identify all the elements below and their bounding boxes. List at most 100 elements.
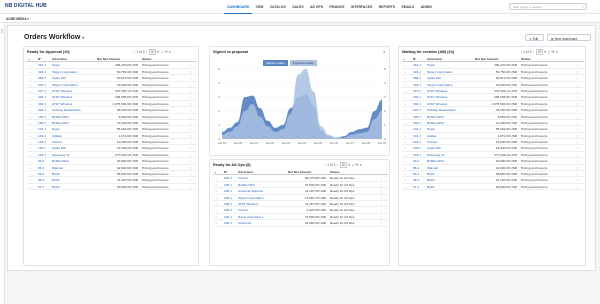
rows-per-page-select[interactable]: 20 <box>535 49 544 55</box>
net-amount: 30,000.00 USD <box>116 184 138 189</box>
y-tick-label: 4 <box>218 81 220 85</box>
next-page-icon[interactable]: › <box>337 163 338 167</box>
y-tick-label: 2 <box>218 109 220 113</box>
main-nav: DASHBOARD CRM CATALOG SALES AD OPS FINANCE INT… <box>224 0 435 14</box>
edit-button[interactable]: ✎ Edit <box>525 34 544 41</box>
pager-text: 1 of 2 <box>136 50 145 54</box>
panel-title: Waiting for creative (AB) (24) <box>402 50 454 54</box>
waiting-for-creative-panel: Waiting for creative (AB) (24) ‹ 1 of 2 ›… <box>398 46 586 266</box>
page-footer <box>7 274 596 304</box>
expand-icon[interactable]: ⤢ <box>352 163 355 167</box>
table-row[interactable]: ⌄ 57-1 Buick 30,000.00 USD Pricing and Inven… <box>402 184 584 191</box>
table-row[interactable]: ⌄ 235-1 Chevrolet 32,462.50 USD Ready for Ad… <box>213 220 388 227</box>
y-tick-label: 3 <box>384 95 386 99</box>
expand-icon[interactable]: ⤢ <box>548 50 551 54</box>
pager-controls: ‹ 1 of 2 › 20 ▾ ⤢ ⟳ ∧ <box>521 49 558 55</box>
next-page-icon[interactable]: › <box>146 50 147 54</box>
nav-reports[interactable]: REPORTS <box>376 0 399 14</box>
status-text: Pricing and Invento <box>142 184 169 189</box>
panel-title: Ready for Ad Ops (8) <box>213 163 251 167</box>
nav-catalog[interactable]: CATALOG <box>267 0 290 14</box>
y-tick-label: 3 <box>218 95 220 99</box>
orders-table: Nº Advertiser Net Net Amount Status ⌄ ⌄ 203-1 V… <box>213 169 388 227</box>
x-tick-label: Apr 20 <box>234 141 243 145</box>
status-text: Pricing and Invento <box>521 184 548 189</box>
order-number-link[interactable]: 57-1 <box>413 184 419 190</box>
y-tick-label: 1 <box>384 123 386 127</box>
nav-finance[interactable]: FINANCE <box>326 0 347 14</box>
row-menu-icon[interactable]: ⋮ <box>380 220 383 226</box>
page-title[interactable]: Orders Workflow ▾ <box>24 34 84 41</box>
orders-table: Nº Advertiser Net Net Amount Status ⌄ ⌄ 319-1 P… <box>27 56 197 191</box>
y-tick-label: 2 <box>384 109 386 113</box>
ready-for-ad-ops-panel: Ready for Ad Ops (8) ‹ 1 of 1 › 20 ▾ ⤢ ⟳ … <box>209 159 390 266</box>
account-selector[interactable]: ACME MEDIA ▾ <box>6 17 29 21</box>
new-dashboard-button[interactable]: ▤ New dashboard <box>547 34 591 41</box>
order-number-link[interactable]: 235-1 <box>224 220 232 226</box>
net-amount: 30,000.00 USD <box>495 184 517 189</box>
x-tick-label: Apr 26 <box>330 141 339 145</box>
prev-page-icon[interactable]: ‹ <box>134 50 135 54</box>
chevron-up-icon[interactable]: ∧ <box>359 163 361 167</box>
advertiser-link[interactable]: Buick <box>427 184 435 190</box>
panel-title: Ready for Approval (20) <box>27 50 70 54</box>
chevron-down-icon: ▾ <box>157 50 159 54</box>
refresh-icon[interactable]: ⟳ <box>356 163 359 167</box>
table-row[interactable]: ⌄ 57-1 Buick 30,000.00 USD Pricing and Inven… <box>27 184 197 191</box>
nav-admin[interactable]: ADMIN <box>418 0 436 14</box>
x-tick-label: Apr 21 <box>250 141 259 145</box>
expand-row-icon[interactable]: ⌄ <box>29 184 32 190</box>
account-bar: ACME MEDIA ▾ <box>0 14 600 23</box>
row-menu-icon[interactable]: ⋮ <box>189 184 192 190</box>
x-tick-label: Apr 22 <box>266 141 275 145</box>
rows-per-page-select[interactable]: 20 <box>339 162 348 168</box>
signed-vs-proposal-chart-panel: Signed vs proposal ∧ Signed orders Propos… <box>209 46 390 156</box>
status-text: Ready for Ad Ops <box>330 221 355 226</box>
prev-page-icon[interactable]: ‹ <box>325 163 326 167</box>
chevron-up-icon[interactable]: ∧ <box>168 50 170 54</box>
nav-dashboard[interactable]: DASHBOARD <box>224 0 253 14</box>
x-tick-label: Apr 29 <box>378 141 387 145</box>
ready-for-approval-panel: Ready for Approval (20) ‹ 1 of 2 › 20 ▾ ⤢… <box>23 46 199 266</box>
x-tick-label: Apr 24 <box>298 141 307 145</box>
document-icon[interactable]: ▯ <box>1 28 3 33</box>
page-title-text: Orders Workflow <box>24 34 81 41</box>
nav-emails[interactable]: EMAILS <box>398 0 417 14</box>
sidebar: ▯ <box>0 23 5 304</box>
chevron-up-icon[interactable]: ∧ <box>555 50 557 54</box>
chevron-down-icon: ▾ <box>27 16 29 21</box>
y-tick-label: 5 <box>384 67 386 71</box>
orders-table: Nº Advertiser Net Net Amount Status ⌄ ⌄ 319-1 P… <box>402 56 584 191</box>
search-placeholder: Start typing to search... <box>513 5 544 10</box>
expand-row-icon[interactable]: ⌄ <box>215 220 218 226</box>
pager-controls: ‹ 1 of 1 › 20 ▾ ⤢ ⟳ ∧ <box>325 162 362 168</box>
prev-page-icon[interactable]: ‹ <box>521 50 522 54</box>
nav-interfaces[interactable]: INTERFACES <box>348 0 376 14</box>
pager-controls: ‹ 1 of 2 › 20 ▾ ⤢ ⟳ ∧ <box>134 49 171 55</box>
row-menu-icon[interactable]: ⋮ <box>576 184 579 190</box>
chevron-down-icon: ▾ <box>348 163 350 167</box>
nav-sales[interactable]: SALES <box>289 0 307 14</box>
app-logo[interactable]: NB DIGITAL HUB <box>5 3 47 9</box>
refresh-icon[interactable]: ⟳ <box>552 50 555 54</box>
expand-row-icon[interactable]: ⌄ <box>404 184 407 190</box>
x-tick-label: Apr 27 <box>346 141 355 145</box>
x-tick-label: Apr 23 <box>282 141 291 145</box>
advertiser-link[interactable]: Chevrolet <box>238 220 251 226</box>
rows-per-page-select[interactable]: 20 <box>148 49 157 55</box>
nav-crm[interactable]: CRM <box>252 0 266 14</box>
dashboard-page: Orders Workflow ▾ ✎ Edit ▤ New dashboard … <box>7 25 596 271</box>
order-number-link[interactable]: 57-1 <box>38 184 44 190</box>
nav-ad-ops[interactable]: AD OPS <box>307 0 326 14</box>
y-tick-label: 5 <box>218 67 220 71</box>
x-tick-label: Apr 25 <box>314 141 323 145</box>
advertiser-link[interactable]: Buick <box>52 184 60 190</box>
pager-text: 1 of 2 <box>523 50 532 54</box>
search-icon[interactable]: ⌕ <box>582 5 584 9</box>
next-page-icon[interactable]: › <box>533 50 534 54</box>
y-tick-label: 1 <box>218 123 220 127</box>
search-input[interactable]: Start typing to search... ⌕ <box>509 3 587 10</box>
expand-icon[interactable]: ⤢ <box>161 50 164 54</box>
account-name: ACME MEDIA <box>6 16 27 21</box>
refresh-icon[interactable]: ⟳ <box>165 50 168 54</box>
